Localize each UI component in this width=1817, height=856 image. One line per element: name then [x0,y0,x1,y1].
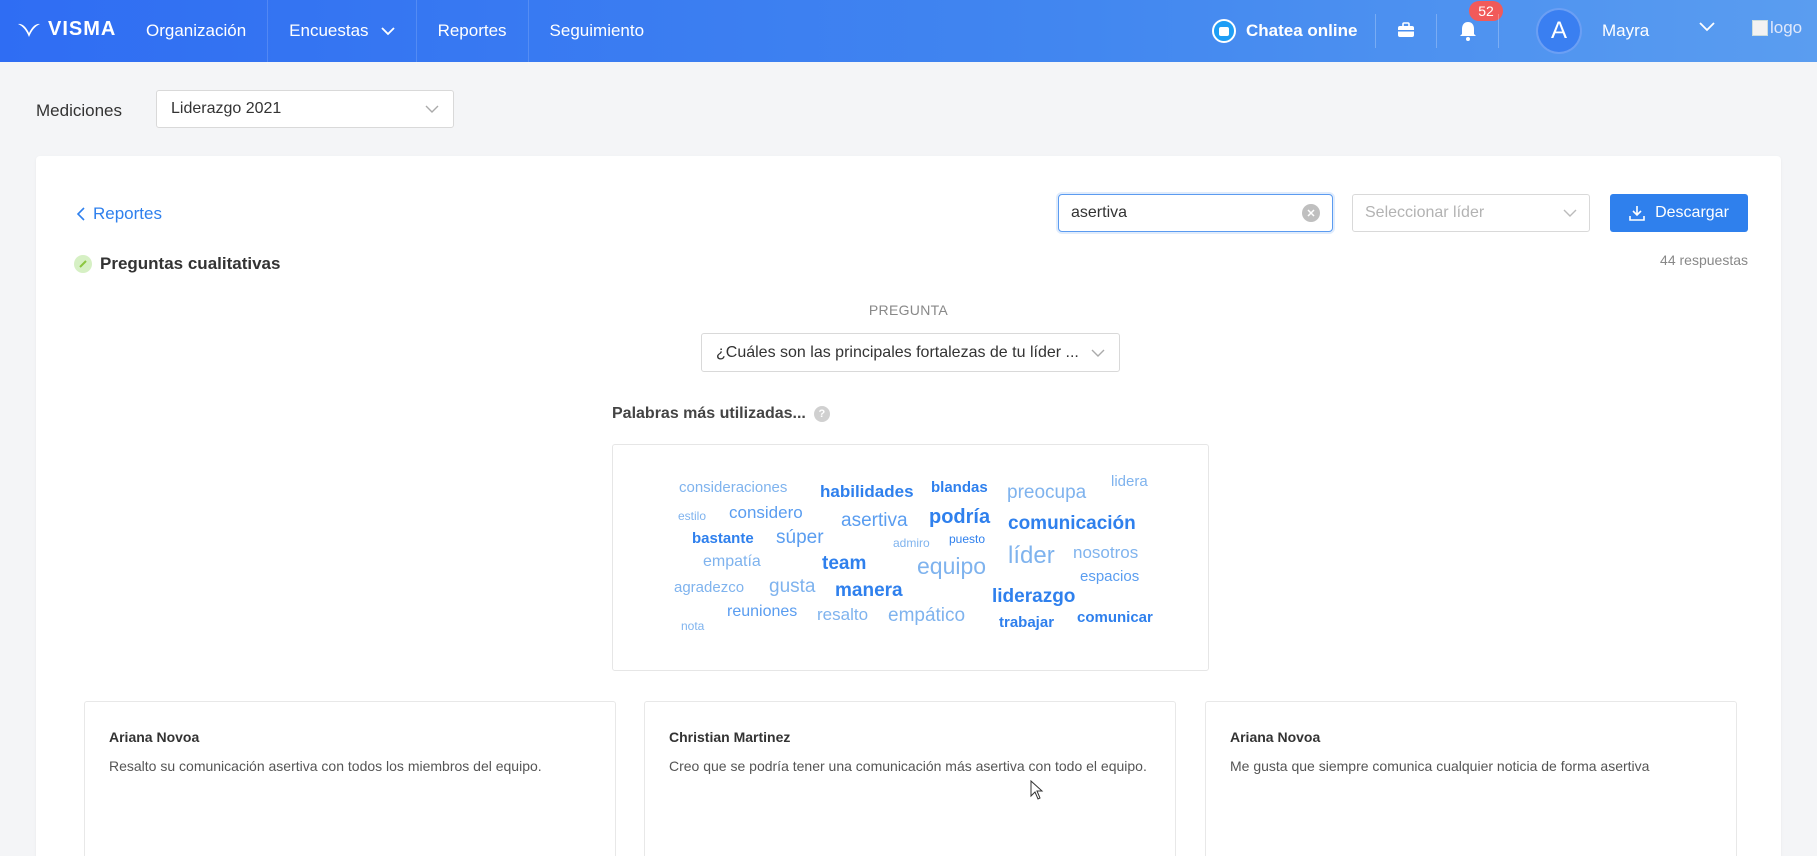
nav-item-label: Encuestas [289,21,369,40]
nav-item-label: Reportes [437,21,507,40]
back-link-label: Reportes [93,204,162,223]
response-count: 44 respuestas [1660,252,1748,268]
nav-item-encuestas[interactable]: Encuestas [268,0,417,62]
response-card: Christian Martinez Creo que se podría te… [644,701,1176,856]
response-card: Ariana Novoa Resalto su comunicación ase… [84,701,616,856]
search-input-wrapper [1058,194,1333,232]
word-cloud-word[interactable]: podría [929,507,990,527]
word-cloud-title-text: Palabras más utilizadas... [612,405,806,422]
medicion-selected-value: Liderazgo 2021 [171,100,282,117]
leader-select[interactable]: Seleccionar líder [1352,194,1590,232]
visma-logo-icon [18,23,40,37]
chat-online-button[interactable]: Chatea online [1212,19,1381,43]
question-selected-value: ¿Cuáles son las principales fortalezas d… [716,343,1079,361]
chevron-down-icon[interactable] [1699,22,1715,32]
pencil-icon [74,255,92,273]
medicion-select[interactable]: Liderazgo 2021 [156,90,454,128]
section-title: Preguntas cualitativas [74,254,280,274]
question-select[interactable]: ¿Cuáles son las principales fortalezas d… [701,333,1120,372]
search-input[interactable] [1071,204,1281,222]
nav-item-seguimiento[interactable]: Seguimiento [529,0,666,62]
leader-select-placeholder: Seleccionar líder [1365,204,1485,221]
word-cloud-word[interactable]: empatía [703,554,761,570]
word-cloud-word[interactable]: preocupa [1007,483,1086,502]
nav-item-label: Seguimiento [549,21,645,40]
word-cloud-word[interactable]: team [822,554,866,573]
word-cloud-word[interactable]: bastante [692,531,754,546]
response-card: Ariana Novoa Me gusta que siempre comuni… [1205,701,1737,856]
chevron-left-icon [76,207,85,221]
word-cloud-word[interactable]: liderazgo [992,587,1075,606]
word-cloud-word[interactable]: súper [776,528,824,547]
word-cloud-word[interactable]: empático [888,606,965,625]
chat-icon [1212,19,1236,43]
respondent-name: Christian Martinez [669,729,791,745]
broken-image-icon [1752,20,1768,36]
nav-item-reportes[interactable]: Reportes [417,0,529,62]
word-cloud-word[interactable]: comunicación [1008,514,1136,533]
word-cloud-word[interactable]: espacios [1080,569,1139,584]
word-cloud-word[interactable]: blandas [931,480,988,495]
download-label: Descargar [1655,204,1729,221]
top-navigation-bar: VISMA Organización Encuestas Reportes Se… [0,0,1817,62]
bell-icon[interactable] [1458,20,1478,42]
word-cloud-word[interactable]: habilidades [820,483,914,500]
response-text: Resalto su comunicación asertiva con tod… [109,758,542,774]
brand-name: VISMA [48,18,117,40]
word-cloud-word[interactable]: resalto [817,606,868,623]
divider [1436,14,1437,48]
word-cloud-word[interactable]: líder [1008,544,1055,568]
word-cloud-word[interactable]: trabajar [999,615,1054,630]
word-cloud-word[interactable]: puesto [949,533,985,545]
help-icon[interactable]: ? [813,406,830,422]
word-cloud-word[interactable]: reuniones [727,604,797,620]
response-text: Creo que se podría tener una comunicació… [669,758,1147,774]
word-cloud-word[interactable]: lidera [1111,474,1148,489]
avatar-initial: A [1550,17,1567,44]
section-title-text: Preguntas cualitativas [100,254,281,273]
divider [1498,14,1499,48]
response-text: Me gusta que siempre comunica cualquier … [1230,758,1650,774]
briefcase-icon[interactable] [1396,20,1416,40]
download-button[interactable]: Descargar [1610,194,1748,232]
word-cloud-word[interactable]: comunicar [1077,610,1153,625]
main-nav: Organización Encuestas Reportes Seguimie… [126,0,665,62]
user-name[interactable]: Mayra [1602,21,1649,41]
chat-label: Chatea online [1246,21,1358,40]
word-cloud-word[interactable]: consideraciones [679,480,787,495]
close-icon [1307,209,1315,217]
download-icon [1629,206,1645,221]
word-cloud-title: Palabras más utilizadas... ? [612,405,830,423]
mediciones-label: Mediciones [36,101,122,120]
back-to-reportes-link[interactable]: Reportes [76,204,162,224]
divider [1375,14,1376,48]
respondent-name: Ariana Novoa [109,729,200,745]
word-cloud-word[interactable]: asertiva [841,511,908,530]
word-cloud: consideraciones habilidades blandas preo… [612,444,1209,671]
question-label: PREGUNTA [868,302,949,318]
chevron-down-icon [1563,209,1577,217]
word-cloud-word[interactable]: gusta [769,577,815,596]
chevron-down-icon [425,105,439,113]
word-cloud-word[interactable]: nosotros [1073,544,1138,561]
word-cloud-word[interactable]: equipo [917,555,986,578]
word-cloud-word[interactable]: estilo [678,510,706,522]
mouse-cursor-icon [1030,780,1044,800]
chevron-down-icon [380,26,395,35]
company-logo: logo [1752,18,1802,38]
word-cloud-word[interactable]: considero [729,504,803,521]
brand-logo[interactable]: VISMA [16,18,116,41]
chevron-down-icon [1091,349,1105,357]
clear-search-button[interactable] [1302,204,1320,222]
word-cloud-word[interactable]: manera [835,581,903,600]
word-cloud-word[interactable]: nota [681,620,704,632]
nav-item-organizacion[interactable]: Organización [126,0,269,62]
word-cloud-word[interactable]: admiro [893,537,930,549]
logo-alt-text: logo [1770,18,1803,37]
avatar[interactable]: A [1536,8,1582,54]
respondent-name: Ariana Novoa [1230,729,1321,745]
nav-item-label: Organización [146,21,247,40]
word-cloud-word[interactable]: agradezco [674,580,744,595]
